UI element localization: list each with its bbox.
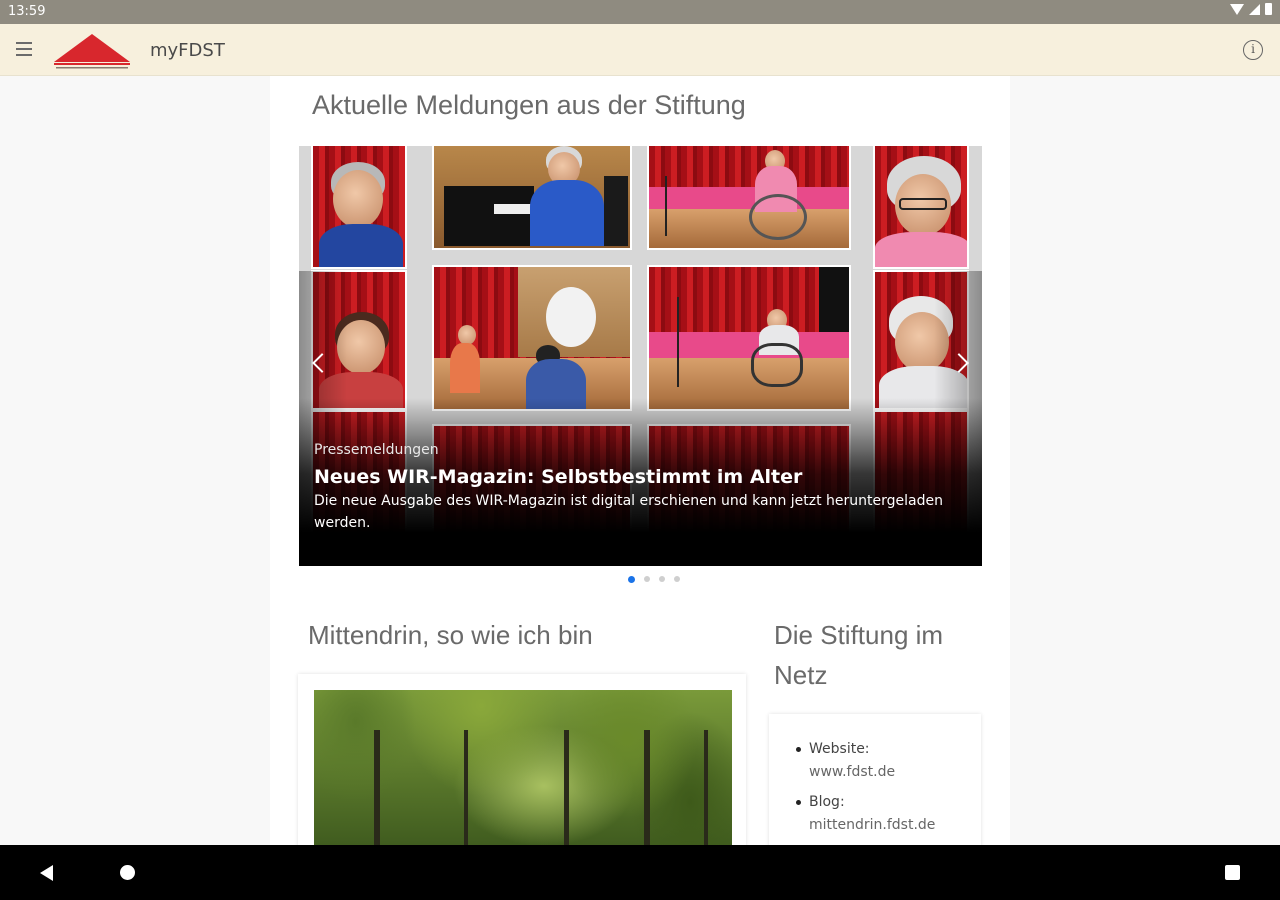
netz-links-list: Website: www.fdst.de Blog: mittendrin.fd…	[795, 738, 935, 844]
system-nav-bar	[0, 845, 1280, 900]
website-link[interactable]: www.fdst.de	[809, 761, 935, 784]
fdst-logo	[54, 34, 130, 69]
back-icon[interactable]	[40, 865, 53, 881]
cell-signal-icon	[1249, 3, 1260, 15]
pager-dot[interactable]	[628, 576, 635, 583]
status-bar: 13:59	[0, 0, 1280, 24]
app-bar: myFDST i	[0, 24, 1280, 76]
app-title: myFDST	[150, 40, 225, 61]
pager-dot[interactable]	[674, 576, 680, 582]
status-time: 13:59	[8, 4, 46, 19]
info-icon[interactable]: i	[1243, 40, 1263, 60]
recent-apps-icon[interactable]	[1225, 865, 1240, 880]
main-content: Aktuelle Meldungen aus der Stiftung Pres…	[270, 76, 1010, 845]
news-carousel[interactable]: Pressemeldungen Neues WIR-Magazin: Selbs…	[299, 146, 982, 566]
netz-section-title: Die Stiftung im Netz	[774, 620, 944, 690]
feature-section-title: Mittendrin, so wie ich bin	[308, 620, 593, 650]
news-section-title: Aktuelle Meldungen aus der Stiftung	[312, 90, 746, 120]
battery-icon	[1265, 3, 1272, 15]
slide-text: Die neue Ausgabe des WIR-Magazin ist dig…	[314, 493, 944, 531]
link-website: Website: www.fdst.de	[795, 738, 935, 784]
feature-card[interactable]	[298, 674, 746, 845]
pager-dot[interactable]	[644, 576, 650, 582]
slide-category: Pressemeldungen	[314, 442, 439, 458]
link-label: Blog:	[809, 794, 845, 810]
hamburger-menu-icon[interactable]	[16, 42, 36, 58]
wifi-icon	[1230, 3, 1244, 15]
netz-links-card: Website: www.fdst.de Blog: mittendrin.fd…	[769, 714, 981, 845]
link-blog: Blog: mittendrin.fdst.de	[795, 791, 935, 837]
home-icon[interactable]	[120, 865, 135, 880]
carousel-pager	[628, 576, 680, 583]
feature-image	[314, 690, 732, 845]
blog-link[interactable]: mittendrin.fdst.de	[809, 814, 935, 837]
pager-dot[interactable]	[659, 576, 665, 582]
status-icons	[1230, 3, 1272, 15]
link-label: Website:	[809, 741, 870, 757]
slide-headline[interactable]: Neues WIR-Magazin: Selbstbestimmt im Alt…	[314, 466, 802, 488]
